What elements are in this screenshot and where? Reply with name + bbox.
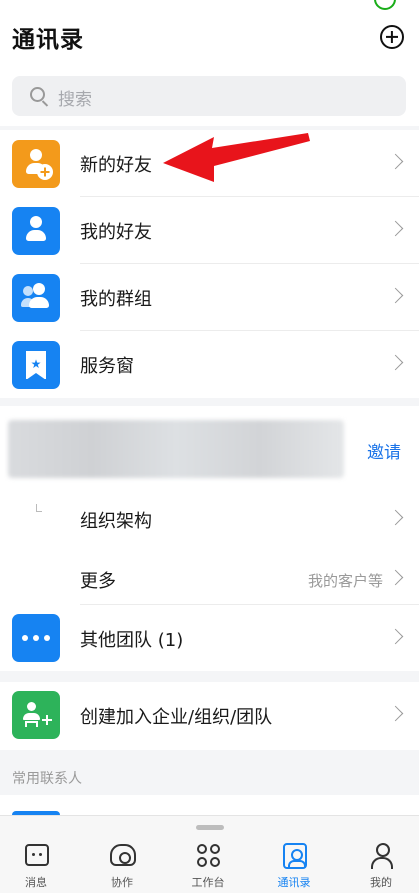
more-dots-icon: [12, 614, 60, 662]
org-item-other-teams[interactable]: 其他团队 (1): [0, 605, 419, 671]
search-placeholder: 搜索: [58, 90, 92, 110]
org-structure-icon: [36, 504, 42, 512]
org-item-subtitle: 我的客户等: [307, 572, 383, 590]
tab-bar: 消息 协作 工作台 通讯录 我的: [0, 815, 419, 893]
chevron-right-icon: [387, 354, 404, 371]
section-label-frequent-contacts: 常用联系人: [12, 771, 82, 787]
menu-item-label: 服务窗: [80, 356, 134, 377]
org-group: 邀请 组织架构 更多 我的客户等 其他团队 (1): [0, 406, 419, 671]
contacts-icon: [283, 843, 307, 869]
menu-item-service-window[interactable]: ★ 服务窗: [0, 331, 419, 398]
chevron-right-icon: [387, 628, 404, 645]
plus-circle-icon[interactable]: [380, 25, 404, 49]
add-friend-icon: [12, 140, 60, 188]
search-input[interactable]: 搜索: [12, 76, 406, 116]
user-icon: [12, 207, 60, 255]
tab-label: 通讯录: [277, 876, 311, 889]
create-org-item[interactable]: 创建加入企业/组织/团队: [0, 682, 419, 749]
chevron-right-icon: [387, 220, 404, 237]
menu-item-label: 我的好友: [80, 222, 152, 243]
tab-contacts[interactable]: 通讯录: [259, 840, 329, 892]
org-item-label: 组织架构: [80, 511, 152, 532]
create-group: 创建加入企业/组织/团队: [0, 682, 419, 750]
invite-link[interactable]: 邀请: [367, 438, 401, 463]
chevron-right-icon: [387, 569, 404, 586]
search-container: 搜索: [0, 70, 419, 126]
tab-label: 协作: [111, 876, 133, 889]
grid-icon: [197, 844, 221, 868]
status-indicator-icon: [374, 0, 396, 10]
create-org-label: 创建加入企业/组织/团队: [80, 707, 273, 728]
chevron-right-icon: [387, 705, 404, 722]
tab-label: 工作台: [191, 876, 225, 889]
org-item-label: 其他团队 (1): [80, 630, 184, 651]
profile-icon: [371, 843, 393, 869]
menu-item-my-groups[interactable]: 我的群组: [0, 264, 419, 331]
cloud-icon: [110, 844, 136, 866]
org-item-structure[interactable]: 组织架构: [0, 486, 419, 550]
menu-item-label: 我的群组: [80, 289, 152, 310]
org-name-blurred: [8, 420, 344, 478]
page-title: 通讯录: [12, 27, 84, 53]
tab-collaboration[interactable]: 协作: [87, 840, 157, 892]
contact-list-peek: [0, 795, 419, 815]
menu-group: 新的好友 我的好友 我的群组 ★ 服务窗: [0, 130, 419, 398]
drag-handle[interactable]: [196, 825, 224, 830]
tab-profile[interactable]: 我的: [346, 840, 416, 892]
chevron-right-icon: [387, 287, 404, 304]
message-icon: [25, 844, 49, 866]
org-item-label: 更多: [80, 571, 116, 592]
tab-messages[interactable]: 消息: [1, 840, 71, 892]
menu-item-label: 新的好友: [80, 155, 152, 176]
org-header[interactable]: 邀请: [0, 406, 419, 486]
chevron-right-icon: [387, 509, 404, 526]
header: 通讯录: [0, 0, 419, 70]
tab-workbench[interactable]: 工作台: [173, 840, 243, 892]
create-org-icon: [12, 691, 60, 739]
tab-label: 消息: [25, 876, 47, 889]
search-icon: [30, 87, 45, 102]
group-icon: [12, 274, 60, 322]
tab-label: 我的: [370, 876, 392, 889]
menu-item-my-friends[interactable]: 我的好友: [0, 197, 419, 264]
menu-item-new-friends[interactable]: 新的好友: [0, 130, 419, 197]
chevron-right-icon: [387, 153, 404, 170]
org-item-more[interactable]: 更多 我的客户等: [0, 550, 419, 605]
star-badge-icon: ★: [12, 341, 60, 389]
